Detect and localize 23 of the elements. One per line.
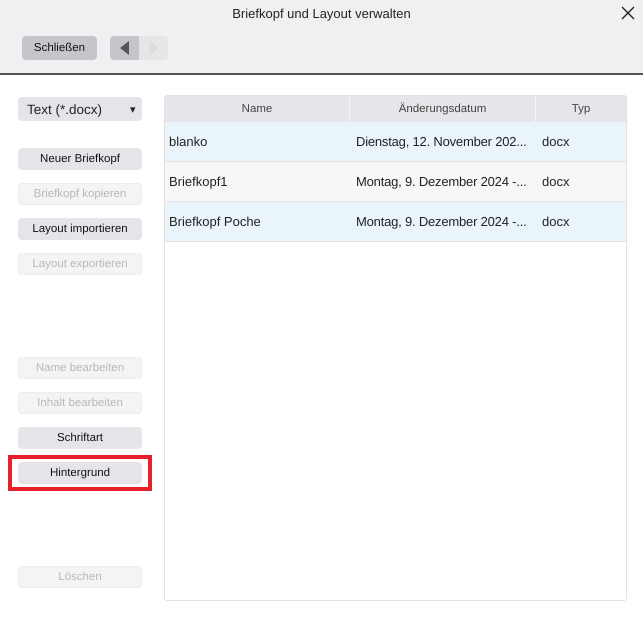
action-button[interactable]: Layout importieren <box>18 218 142 240</box>
action-button[interactable]: Hintergrund <box>18 462 142 484</box>
back-button[interactable] <box>110 36 139 60</box>
table-cell: docx <box>542 214 570 229</box>
table-row[interactable]: blanko Dienstag, 12. November 202... docx <box>165 122 626 162</box>
column-header[interactable]: Typ <box>536 96 626 122</box>
table-row[interactable]: Briefkopf1 Montag, 9. Dezember 2024 -... docx <box>165 162 626 202</box>
table-cell: blanko <box>169 134 208 149</box>
table-row[interactable]: Briefkopf Poche Montag, 9. Dezember 2024 -... docx <box>165 202 626 242</box>
table-cell: Dienstag, 12. November 202... <box>356 134 527 149</box>
action-button[interactable]: Schriftart <box>18 427 142 449</box>
table-cell: docx <box>542 134 570 149</box>
close-icon[interactable] <box>621 6 635 20</box>
table-cell: Montag, 9. Dezember 2024 -... <box>356 214 527 229</box>
back-arrow-icon <box>120 41 130 55</box>
table-cell: Montag, 9. Dezember 2024 -... <box>356 174 527 189</box>
table-cell: Briefkopf Poche <box>169 214 261 229</box>
close-button[interactable]: Schließen <box>22 36 97 60</box>
table-cell: Briefkopf1 <box>169 174 228 189</box>
table-cell: docx <box>542 174 570 189</box>
format-dropdown[interactable]: Text (*.docx) ▾ <box>18 97 142 121</box>
action-button[interactable]: Neuer Briefkopf <box>18 148 142 170</box>
window-title: Briefkopf und Layout verwalten <box>232 6 411 20</box>
